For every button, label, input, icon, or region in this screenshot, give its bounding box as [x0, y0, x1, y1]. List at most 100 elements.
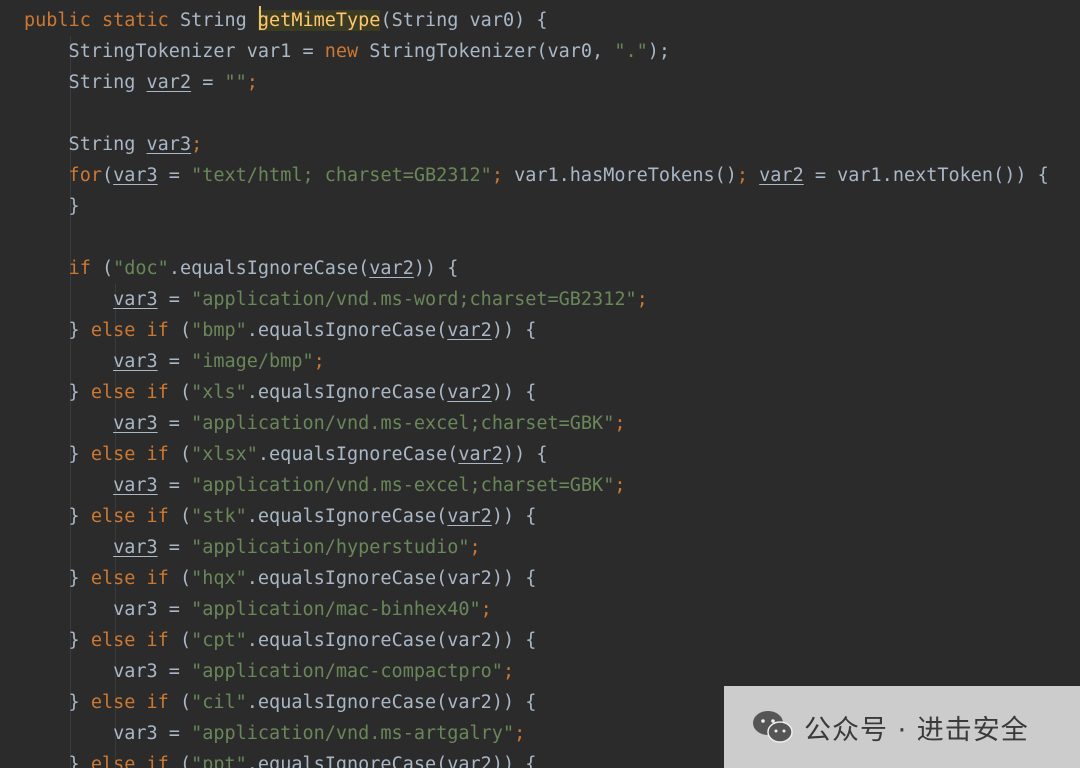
code-token: StringTokenizer(var0,: [369, 41, 615, 62]
wechat-icon: [753, 711, 793, 743]
code-token: (: [179, 630, 192, 651]
code-line[interactable]: var3 = "image/bmp";: [24, 346, 325, 377]
code-token: var2: [146, 72, 192, 93]
code-token: =: [157, 413, 192, 434]
code-token: var2: [447, 506, 492, 527]
watermark: 公众号 · 进击安全: [724, 686, 1080, 768]
code-token: else if: [90, 630, 180, 651]
code-token: =: [157, 351, 192, 372]
code-line[interactable]: for(var3 = "text/html; charset=GB2312"; …: [24, 160, 1049, 191]
code-token: var3: [113, 351, 158, 372]
code-editor[interactable]: public static String getMimeType(String …: [0, 0, 1080, 768]
code-token: var3 =: [24, 661, 192, 682]
code-line[interactable]: var3 = "application/vnd.ms-excel;charset…: [24, 470, 625, 501]
code-token: else if: [90, 692, 180, 713]
code-line[interactable]: } else if ("ppt".equalsIgnoreCase(var2))…: [24, 749, 537, 768]
code-line[interactable]: }: [24, 191, 80, 222]
code-token: }: [24, 692, 91, 713]
code-token: .equalsIgnoreCase(: [246, 382, 448, 403]
code-token: "xlsx": [191, 444, 258, 465]
code-line[interactable]: var3 = "application/mac-binhex40";: [24, 594, 492, 625]
code-token: ;: [469, 537, 481, 558]
code-token: else if: [90, 568, 180, 589]
code-token: (: [179, 692, 192, 713]
code-token: ;: [480, 599, 492, 620]
text-caret: [259, 6, 261, 30]
code-line[interactable]: String var3;: [24, 129, 203, 160]
code-line[interactable]: public static String getMimeType(String …: [24, 5, 548, 36]
code-token: var2: [447, 320, 492, 341]
code-line[interactable]: var3 = "application/hyperstudio";: [24, 532, 481, 563]
code-token: String: [24, 72, 147, 93]
code-token: String: [179, 10, 258, 31]
code-token: else if: [90, 506, 180, 527]
code-token: "ppt": [191, 754, 247, 768]
code-token: }: [24, 506, 91, 527]
code-token: .equalsIgnoreCase(var2)) {: [246, 692, 537, 713]
code-token: var1.hasMoreTokens(): [514, 165, 737, 186]
code-token: }: [24, 382, 91, 403]
code-token: =: [157, 289, 192, 310]
code-token: =: [157, 475, 192, 496]
code-token: else if: [90, 444, 180, 465]
code-token: (: [179, 506, 192, 527]
code-token: "application/vnd.ms-artgalry": [191, 723, 515, 744]
code-token: )) {: [491, 382, 537, 403]
code-token: }: [24, 568, 91, 589]
code-token: (: [179, 320, 192, 341]
code-token: var2: [369, 258, 414, 279]
code-token: "": [224, 72, 247, 93]
code-token: .equalsIgnoreCase(var2)) {: [246, 630, 537, 651]
code-token: =: [157, 537, 192, 558]
code-line[interactable]: var3 = "application/mac-compactpro";: [24, 656, 514, 687]
code-token: "application/vnd.ms-word;charset=GB2312": [191, 289, 637, 310]
code-token: ;: [313, 351, 325, 372]
code-token: "doc": [113, 258, 169, 279]
code-token: ;: [502, 661, 515, 682]
code-token: ;: [736, 165, 760, 186]
code-token: "text/html; charset=GB2312": [191, 165, 492, 186]
code-token: var2: [447, 382, 492, 403]
code-token: if: [24, 258, 102, 279]
code-token: =: [191, 72, 225, 93]
code-line[interactable]: } else if ("xlsx".equalsIgnoreCase(var2)…: [24, 439, 548, 470]
code-token: "application/vnd.ms-excel;charset=GBK": [191, 475, 615, 496]
code-line[interactable]: var3 = "application/vnd.ms-word;charset=…: [24, 284, 648, 315]
code-line[interactable]: String var2 = "";: [24, 67, 258, 98]
code-token: var3: [113, 475, 158, 496]
code-token: .equalsIgnoreCase(var2)) {: [246, 754, 537, 768]
code-token: (: [179, 444, 192, 465]
code-token: .equalsIgnoreCase(: [257, 444, 459, 465]
code-line[interactable]: } else if ("bmp".equalsIgnoreCase(var2))…: [24, 315, 537, 346]
watermark-text: 公众号 · 进击安全: [804, 714, 1029, 746]
code-line[interactable]: } else if ("xls".equalsIgnoreCase(var2))…: [24, 377, 537, 408]
code-token: }: [24, 320, 91, 341]
code-token: .equalsIgnoreCase(: [246, 506, 448, 527]
code-line[interactable]: if ("doc".equalsIgnoreCase(var2)) {: [24, 253, 459, 284]
code-token: (: [101, 165, 114, 186]
code-token: "stk": [191, 506, 247, 527]
code-token: var3: [113, 413, 158, 434]
code-token: var3: [113, 165, 158, 186]
code-token: ;: [636, 289, 648, 310]
code-token: "hqx": [191, 568, 247, 589]
code-token: var3: [113, 289, 158, 310]
code-line[interactable]: } else if ("stk".equalsIgnoreCase(var2))…: [24, 501, 537, 532]
code-line[interactable]: StringTokenizer var1 = new StringTokeniz…: [24, 36, 671, 67]
code-token: ;: [614, 413, 626, 434]
code-token: ;: [614, 475, 626, 496]
code-token: String: [24, 134, 147, 155]
code-token: var3: [146, 134, 192, 155]
code-token: "xls": [191, 382, 247, 403]
code-line[interactable]: } else if ("cpt".equalsIgnoreCase(var2))…: [24, 625, 537, 656]
code-line[interactable]: } else if ("hqx".equalsIgnoreCase(var2))…: [24, 563, 537, 594]
code-token: = var1.nextToken()) {: [803, 165, 1049, 186]
code-token: else if: [90, 382, 180, 403]
code-token: new: [324, 41, 370, 62]
code-line[interactable]: } else if ("cil".equalsIgnoreCase(var2))…: [24, 687, 537, 718]
code-line[interactable]: var3 = "application/vnd.ms-excel;charset…: [24, 408, 625, 439]
code-token: else if: [90, 754, 180, 768]
code-token: "application/mac-compactpro": [191, 661, 503, 682]
code-line[interactable]: var3 = "application/vnd.ms-artgalry";: [24, 718, 525, 749]
